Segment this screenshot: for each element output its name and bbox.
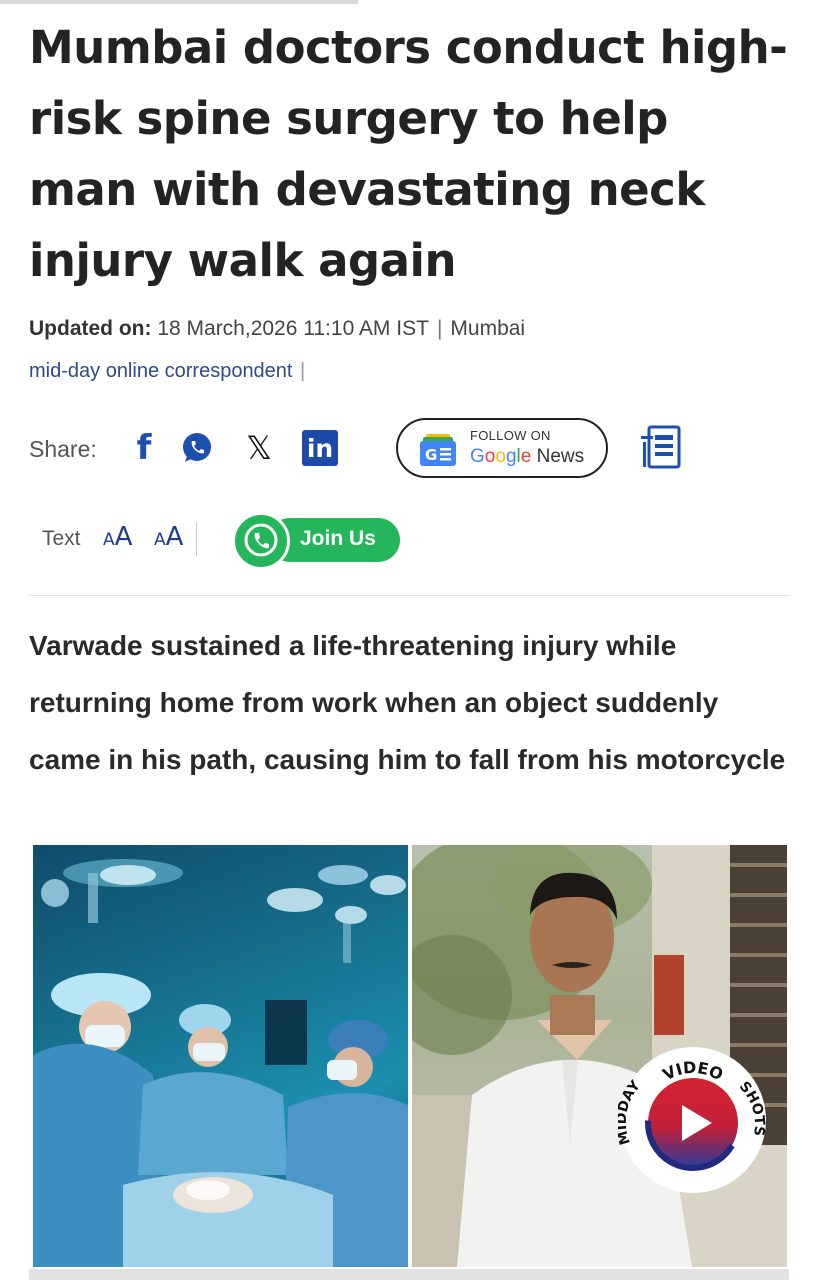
google-news-label: Google News	[470, 446, 585, 467]
byline: mid-day online correspondent |	[29, 360, 306, 382]
whatsapp-icon	[232, 512, 290, 570]
surgery-photo	[33, 845, 408, 1267]
whatsapp-icon[interactable]	[179, 428, 215, 468]
location-link[interactable]: Mumbai	[450, 317, 525, 340]
divider	[29, 595, 789, 596]
whatsapp-join-button[interactable]: Join Us	[232, 512, 402, 570]
text-size-increase-button[interactable]: AA	[154, 522, 183, 552]
google-news-icon: G	[420, 434, 456, 466]
linkedin-icon[interactable]: in	[302, 430, 338, 466]
text-size-label: Text	[42, 527, 81, 550]
share-row: Share: f 𝕏 in G FOLLOW ON Google News	[29, 418, 789, 480]
divider	[196, 522, 197, 556]
text-size-decrease-button[interactable]: AA	[103, 522, 132, 552]
join-us-label: Join Us	[300, 527, 376, 550]
text-size-controls: Text AA AA Join Us	[42, 512, 442, 570]
article-headline: Mumbai doctors conduct high-risk spine s…	[29, 21, 788, 287]
article-summary: Varwade sustained a life-threatening inj…	[29, 630, 786, 775]
x-icon[interactable]: 𝕏	[243, 428, 275, 468]
svg-text:G: G	[425, 446, 437, 464]
news-feed-icon[interactable]	[637, 422, 687, 472]
video-shots-badge[interactable]: VIDEO SHOTS MIDDAY	[618, 1045, 768, 1195]
updated-date: 18 March,2026 11:10 AM IST	[157, 317, 429, 340]
share-label: Share:	[29, 436, 97, 462]
top-progress-bar	[0, 0, 358, 4]
article-hero-image[interactable]: VIDEO SHOTS MIDDAY	[33, 845, 787, 1267]
article-meta: Updated on: 18 March,2026 11:10 AM IST | M…	[29, 317, 526, 340]
author-link[interactable]: mid-day online correspondent	[29, 360, 293, 382]
facebook-icon[interactable]: f	[131, 428, 157, 468]
bottom-divider	[29, 1269, 789, 1280]
follow-on-label: FOLLOW ON	[470, 428, 551, 443]
updated-label: Updated on:	[29, 317, 152, 340]
google-news-follow-button[interactable]: G FOLLOW ON Google News	[396, 418, 608, 478]
